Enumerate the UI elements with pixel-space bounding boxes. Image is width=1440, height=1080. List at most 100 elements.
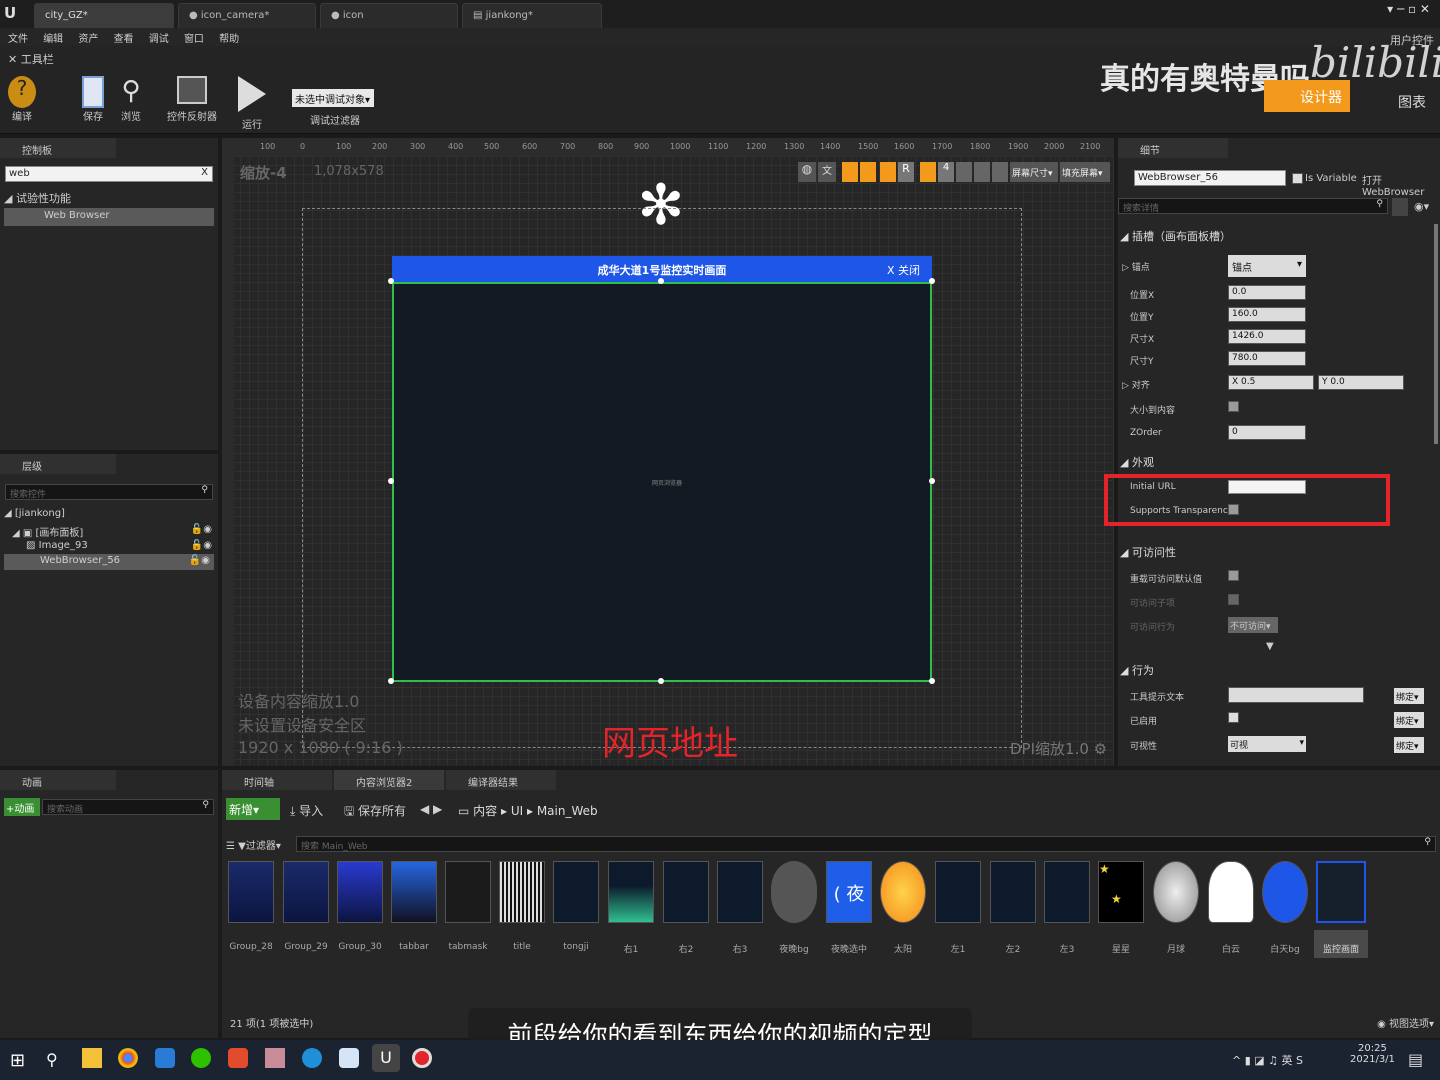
resize-handle[interactable]	[388, 678, 394, 684]
globe-icon[interactable]: ◍	[798, 162, 816, 182]
breadcrumb-item[interactable]: Main_Web	[537, 804, 598, 818]
resize-handle[interactable]	[658, 678, 664, 684]
pos-y-input[interactable]: 160.0	[1228, 307, 1306, 322]
visibility-dropdown[interactable]: 可视 ▾	[1228, 736, 1306, 752]
asset-thumbnail-selected[interactable]	[1316, 861, 1366, 923]
breadcrumb-item[interactable]: UI	[511, 804, 523, 818]
resize-handle[interactable]	[929, 678, 935, 684]
clock[interactable]: 20:25 2021/3/1	[1350, 1043, 1395, 1065]
debug-object-select[interactable]: 未选中调试对象▾	[292, 89, 374, 107]
new-button[interactable]: 新增▾	[226, 798, 280, 820]
tree-item[interactable]: ◢ [jiankong]	[4, 508, 65, 519]
number-icon[interactable]: 4	[938, 162, 954, 182]
lock-icon[interactable]	[860, 162, 876, 182]
asset-thumbnail[interactable]	[663, 861, 709, 923]
fill-screen-dropdown[interactable]: 填充屏幕▾	[1060, 162, 1110, 182]
ime-indicator[interactable]: 英	[1282, 1054, 1293, 1067]
resize-handle[interactable]	[929, 478, 935, 484]
graph-tab[interactable]: 图表	[1398, 92, 1426, 112]
settings-gear-icon[interactable]: ⚙	[1094, 740, 1107, 758]
resize-handle[interactable]	[388, 478, 394, 484]
app-icon[interactable]	[228, 1048, 248, 1068]
align-y-input[interactable]: Y 0.0	[1318, 375, 1404, 390]
menu-item[interactable]: 查看	[114, 30, 134, 45]
asset-thumbnail[interactable]	[337, 861, 383, 923]
is-variable-checkbox[interactable]	[1292, 173, 1303, 184]
size-x-input[interactable]: 1426.0	[1228, 329, 1306, 344]
accessibility-section[interactable]: ◢ 可访问性	[1120, 544, 1176, 560]
asset-thumbnail[interactable]	[283, 861, 329, 923]
details-search-input[interactable]: 搜索详情 ⚲	[1118, 198, 1388, 214]
filter-button[interactable]: ☰ ▼过滤器▾	[226, 837, 281, 852]
tree-item[interactable]: ▨ Image_93 🔓◉	[26, 540, 212, 551]
bottom-tab[interactable]: 内容浏览器2	[334, 770, 444, 790]
wechat-icon[interactable]	[191, 1048, 211, 1068]
asset-thumbnail[interactable]	[1262, 861, 1308, 923]
window-tab[interactable]: ● icon	[320, 3, 458, 28]
designer-canvas[interactable]: 100 0 100 200 300 400 500 600 700 800 90…	[222, 138, 1114, 766]
size-to-content-checkbox[interactable]	[1228, 401, 1239, 412]
add-animation-button[interactable]: +动画	[4, 798, 40, 816]
asset-thumbnail[interactable]: ★ ★	[1098, 861, 1144, 923]
details-scrollbar[interactable]	[1434, 224, 1438, 444]
size-y-input[interactable]: 780.0	[1228, 351, 1306, 366]
menu-item[interactable]: 帮助	[219, 30, 239, 45]
asset-thumbnail[interactable]	[608, 861, 654, 923]
asset-thumbnail[interactable]: ( 夜	[826, 861, 872, 923]
file-explorer-icon[interactable]	[82, 1048, 102, 1068]
edge-icon[interactable]	[302, 1048, 322, 1068]
anchor-dropdown[interactable]: 锚点 ▾	[1228, 255, 1306, 277]
anchor-row[interactable]: ▷ 锚点	[1122, 260, 1150, 273]
align-row[interactable]: ▷ 对齐	[1122, 378, 1150, 391]
search-icon[interactable]: ⚲	[46, 1050, 58, 1069]
menu-item[interactable]: 文件	[8, 30, 28, 45]
content-search-input[interactable]: 搜索 Main_Web ⚲	[296, 836, 1436, 852]
window-tab[interactable]: city_GZ*	[34, 3, 174, 28]
tray-icons[interactable]: ^ ▮ ◪ ♫ 英 S	[1232, 1052, 1303, 1068]
access-children-checkbox[interactable]	[1228, 594, 1239, 605]
bottom-tab[interactable]: 时间轴	[222, 770, 332, 790]
hierarchy-search-input[interactable]: 搜索控件 ⚲	[5, 484, 213, 500]
grid-view-icon[interactable]	[1392, 198, 1408, 216]
lock-eye-icon[interactable]: 🔓◉	[189, 555, 210, 566]
window-tab[interactable]: ● icon_camera*	[178, 3, 316, 28]
unreal-logo-icon[interactable]: U	[4, 4, 22, 22]
browser-close-button[interactable]: X 关闭	[887, 262, 920, 278]
palette-search-input[interactable]: web X	[5, 166, 213, 182]
asset-thumbnail[interactable]	[445, 861, 491, 923]
asset-thumbnail[interactable]	[499, 861, 545, 923]
app-icon[interactable]	[339, 1048, 359, 1068]
tree-item[interactable]: ◢ ▣ [画布面板] 🔓◉	[12, 524, 212, 539]
save-button[interactable]: 保存	[76, 76, 110, 123]
table-icon[interactable]	[920, 162, 936, 182]
expand-arrow-icon[interactable]: ▼	[1266, 641, 1274, 652]
record-icon[interactable]	[412, 1048, 432, 1068]
asset-thumbnail[interactable]	[228, 861, 274, 923]
bind-button[interactable]: 绑定▾	[1394, 688, 1424, 704]
widget-reflector-button[interactable]: 控件反射器	[164, 76, 220, 123]
asset-thumbnail[interactable]	[1044, 861, 1090, 923]
app-icon[interactable]	[155, 1048, 175, 1068]
resize-handle[interactable]	[658, 278, 664, 284]
tree-item-selected[interactable]: WebBrowser_56 🔓◉	[4, 554, 214, 570]
widget-name-input[interactable]: WebBrowser_56	[1134, 170, 1286, 186]
designer-tab[interactable]: 设计器	[1264, 80, 1350, 112]
rotate-snap-icon[interactable]: R	[898, 162, 914, 182]
compile-button[interactable]: ? 编译	[4, 76, 40, 123]
asset-thumbnail[interactable]	[880, 861, 926, 923]
tooltip-input[interactable]	[1228, 687, 1364, 703]
menu-item[interactable]: 资产	[78, 30, 98, 45]
notification-icon[interactable]: ▤	[1408, 1050, 1423, 1069]
lock-eye-icon[interactable]: 🔓◉	[191, 540, 212, 551]
move-icon[interactable]	[956, 162, 972, 182]
browse-button[interactable]: ⚲ 浏览	[114, 76, 148, 123]
image-icon[interactable]	[974, 162, 990, 182]
clear-icon[interactable]: X	[201, 167, 208, 178]
access-dropdown[interactable]: 不可访问▾	[1228, 617, 1278, 633]
windows-start-icon[interactable]: ⊞	[10, 1050, 25, 1071]
asset-thumbnail[interactable]	[553, 861, 599, 923]
app-icon[interactable]	[265, 1048, 285, 1068]
animation-search-input[interactable]: 搜索动画 ⚲	[42, 799, 214, 815]
align-x-input[interactable]: X 0.5	[1228, 375, 1314, 390]
asset-thumbnail[interactable]	[935, 861, 981, 923]
